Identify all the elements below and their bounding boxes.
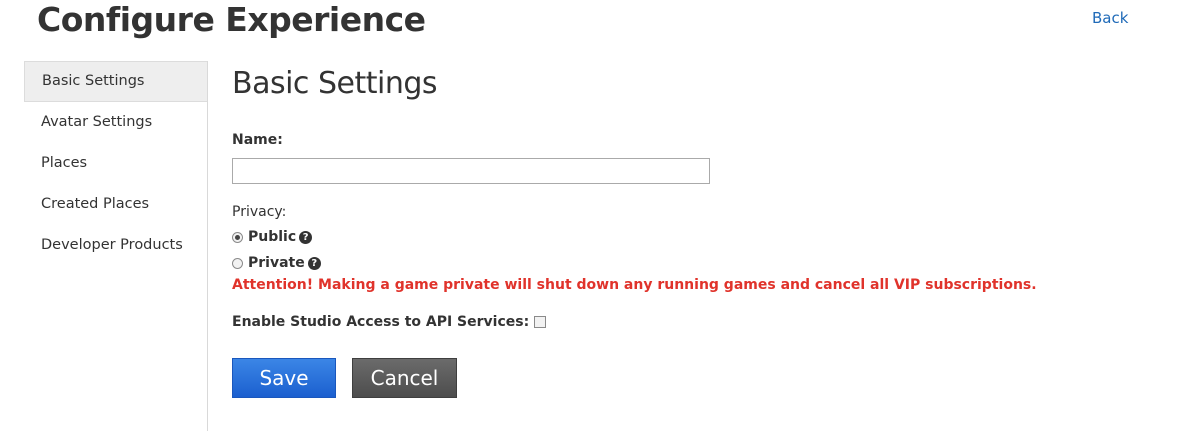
public-label: Public [248,229,297,245]
public-radio[interactable] [232,231,243,243]
back-link[interactable]: Back [1092,9,1128,27]
sidebar: Basic Settings Avatar Settings Places Cr… [24,61,208,431]
sidebar-item-created-places[interactable]: Created Places [24,184,207,225]
privacy-warning: Attention! Making a game private will sh… [232,277,1037,293]
page-title: Configure Experience [37,0,426,39]
private-radio[interactable] [232,257,243,269]
save-button[interactable]: Save [232,358,336,398]
configure-experience-page: Configure Experience Back Basic Settings… [0,0,1200,431]
sidebar-item-developer-products[interactable]: Developer Products [24,225,207,266]
privacy-option-private[interactable]: Private ? [232,255,321,271]
sidebar-item-basic-settings[interactable]: Basic Settings [24,61,207,102]
sidebar-item-avatar-settings[interactable]: Avatar Settings [24,102,207,143]
privacy-option-public[interactable]: Public ? [232,229,313,245]
cancel-button[interactable]: Cancel [352,358,457,398]
private-label: Private [248,255,305,271]
section-title: Basic Settings [232,66,438,101]
name-label: Name: [232,132,283,148]
name-input[interactable] [232,158,710,184]
sidebar-item-places[interactable]: Places [24,143,207,184]
studio-access-row: Enable Studio Access to API Services: [232,314,547,330]
question-circle-icon[interactable]: ? [299,230,313,244]
studio-access-label: Enable Studio Access to API Services: [232,314,530,330]
question-circle-icon[interactable]: ? [307,256,321,270]
privacy-label: Privacy: [232,204,287,220]
studio-access-checkbox[interactable] [534,316,547,328]
